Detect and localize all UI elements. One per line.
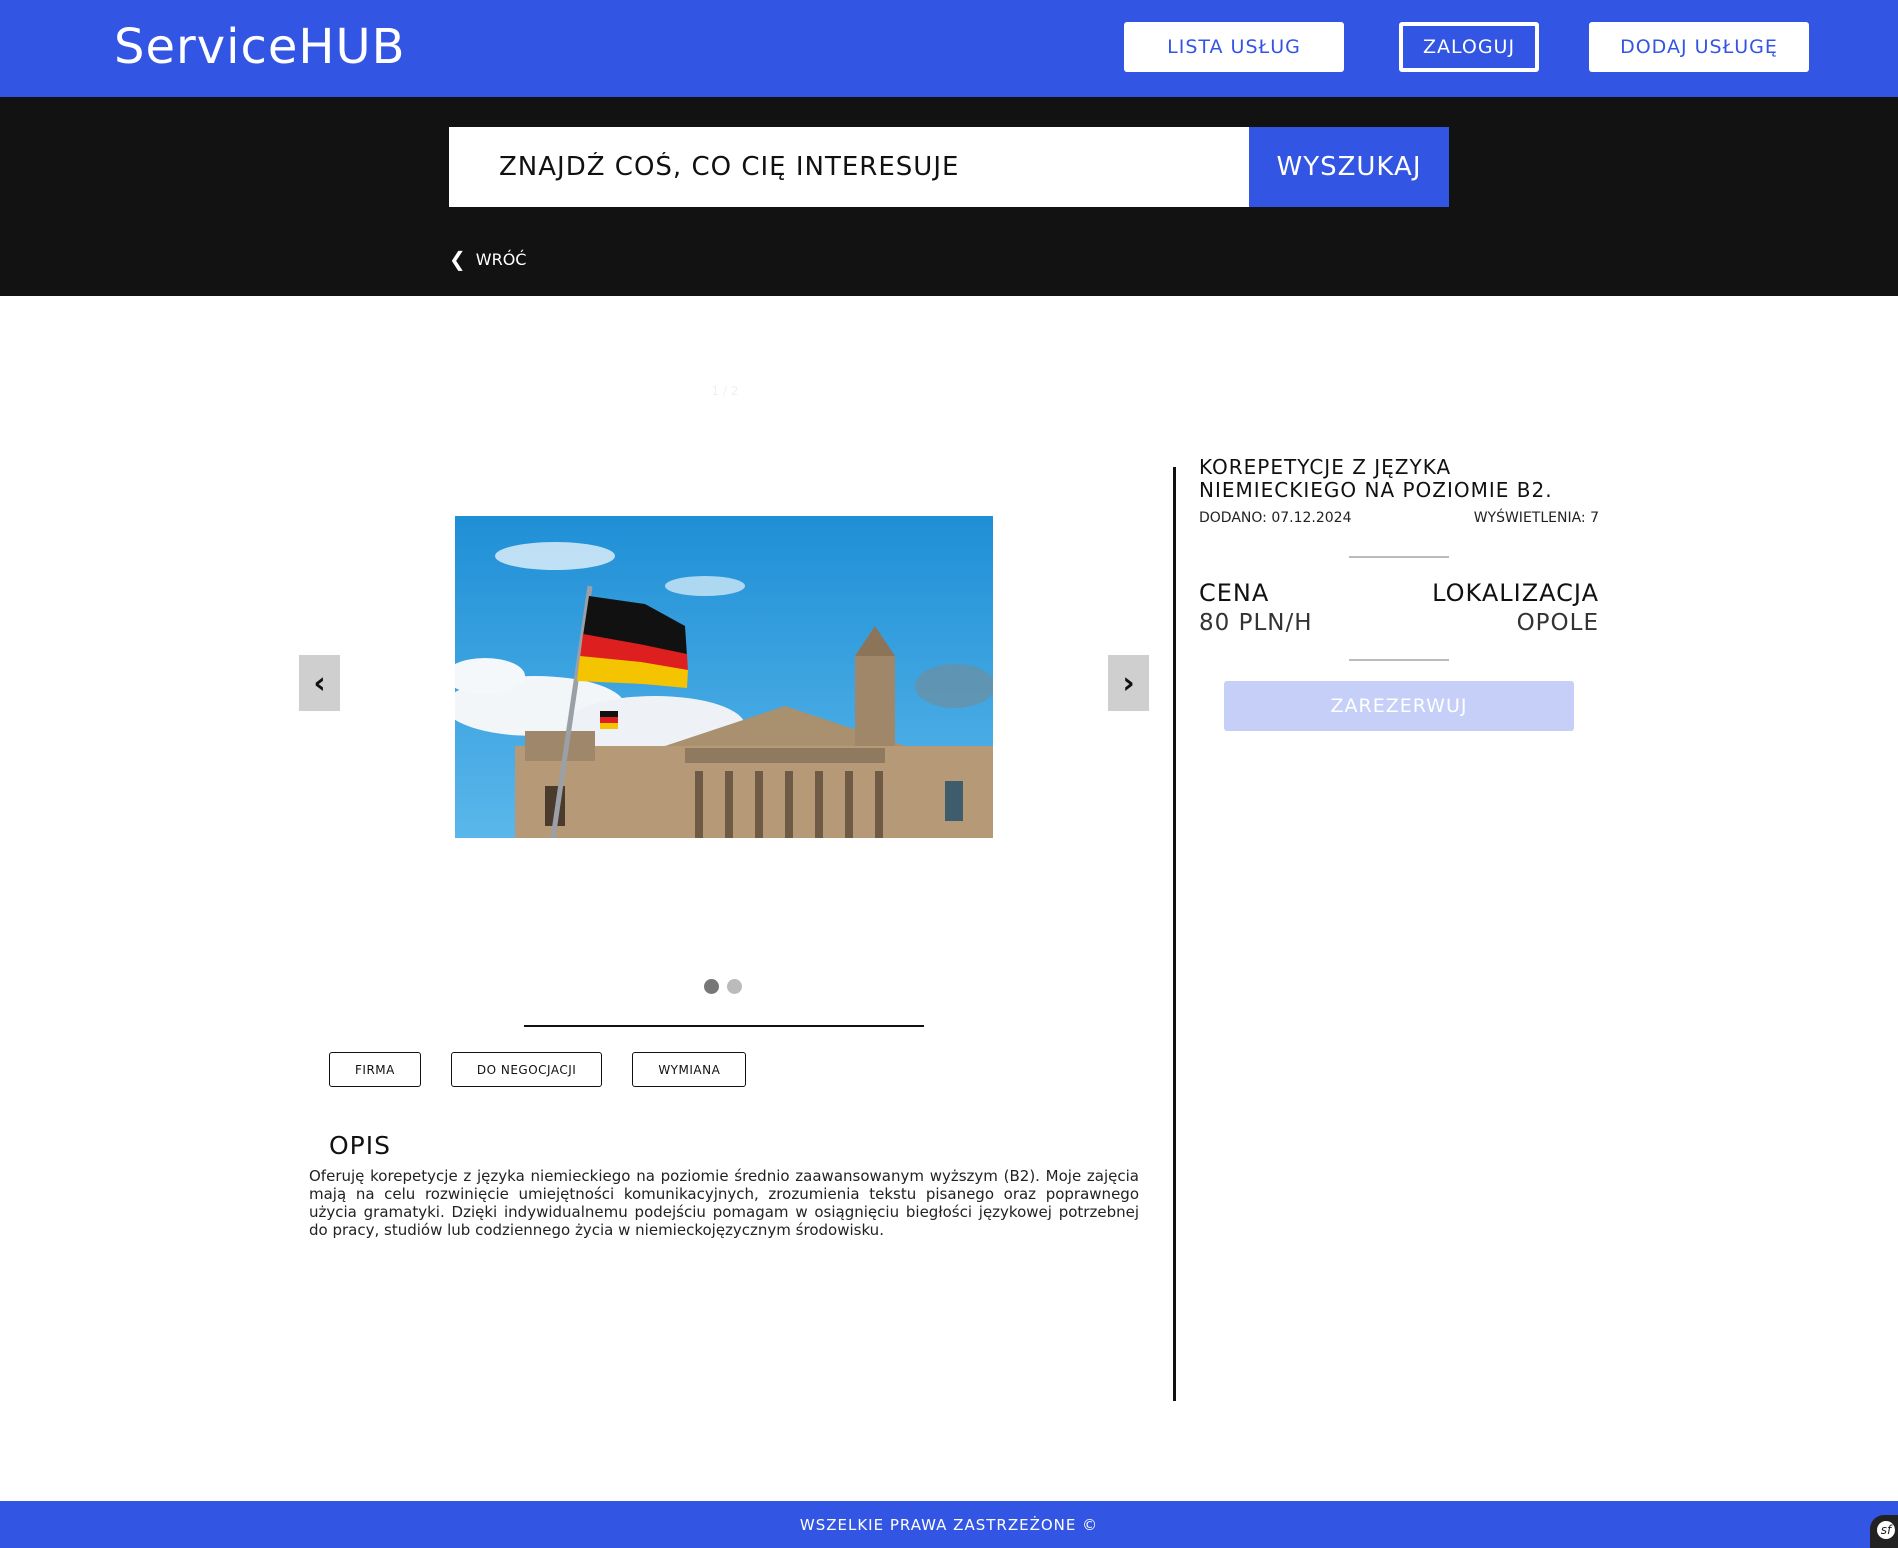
symfony-toolbar-toggle[interactable]: sf — [1870, 1515, 1898, 1548]
location-value: OPOLE — [1516, 610, 1599, 636]
search-section: WYSZUKAJ ❮ WRÓĆ — [0, 97, 1898, 296]
search-button[interactable]: WYSZUKAJ — [1249, 127, 1449, 207]
tag-list: FIRMA DO NEGOCJACJI WYMIANA — [329, 1052, 747, 1087]
add-service-button[interactable]: DODAJ USŁUGĘ — [1589, 22, 1809, 72]
price-value: 80 PLN/H — [1199, 610, 1313, 636]
price-location-row: CENA 80 PLN/H LOKALIZACJA OPOLE — [1199, 578, 1599, 638]
footer: WSZELKIE PRAWA ZASTRZEŻONE © — [0, 1501, 1898, 1548]
back-label: WRÓĆ — [475, 249, 527, 269]
services-list-button[interactable]: LISTA USŁUG — [1124, 22, 1344, 72]
back-link[interactable]: ❮ WRÓĆ — [449, 247, 526, 271]
carousel-dot[interactable] — [704, 979, 719, 994]
price-block: CENA 80 PLN/H — [1199, 578, 1313, 638]
service-photo — [455, 516, 993, 838]
copyright-text: WSZELKIE PRAWA ZASTRZEŻONE © — [799, 1515, 1099, 1534]
chevron-left-icon: ❮ — [449, 247, 466, 271]
meta-divider — [1349, 556, 1449, 558]
listing-meta: DODANO: 07.12.2024 WYŚWIETLENIA: 7 — [1199, 510, 1599, 526]
tag-company: FIRMA — [329, 1052, 421, 1087]
view-count: WYŚWIETLENIA: 7 — [1473, 510, 1599, 526]
description-text: Oferuję korepetycje z języka niemieckieg… — [309, 1167, 1139, 1239]
previous-slide-button[interactable]: ‹ — [299, 655, 340, 711]
location-label: LOKALIZACJA — [1432, 579, 1599, 607]
listing-title: KOREPETYCJE Z JĘZYKA NIEMIECKIEGO NA POZ… — [1199, 455, 1553, 502]
price-label: CENA — [1199, 579, 1270, 607]
site-logo[interactable]: ServiceHUB — [114, 19, 406, 75]
location-block: LOKALIZACJA OPOLE — [1432, 578, 1599, 638]
tag-exchange: WYMIANA — [632, 1052, 747, 1087]
added-date: DODANO: 07.12.2024 — [1199, 510, 1352, 526]
vertical-divider — [1173, 467, 1176, 1401]
section-divider — [524, 1025, 924, 1027]
top-navbar: ServiceHUB LISTA USŁUG ZALOGUJ DODAJ USŁ… — [0, 0, 1898, 97]
symfony-logo-icon: sf — [1877, 1521, 1895, 1539]
carousel-dot[interactable] — [727, 979, 742, 994]
slide-counter: 1 / 2 — [711, 384, 739, 398]
tag-negotiable: DO NEGOCJACJI — [450, 1052, 603, 1087]
carousel-dots — [704, 979, 742, 994]
search-input[interactable] — [449, 127, 1249, 207]
next-slide-button[interactable]: › — [1108, 655, 1149, 711]
price-divider — [1349, 659, 1449, 661]
reserve-button[interactable]: ZAREZERWUJ — [1224, 681, 1574, 731]
login-button[interactable]: ZALOGUJ — [1399, 22, 1539, 72]
description-heading: OPIS — [329, 1131, 391, 1160]
